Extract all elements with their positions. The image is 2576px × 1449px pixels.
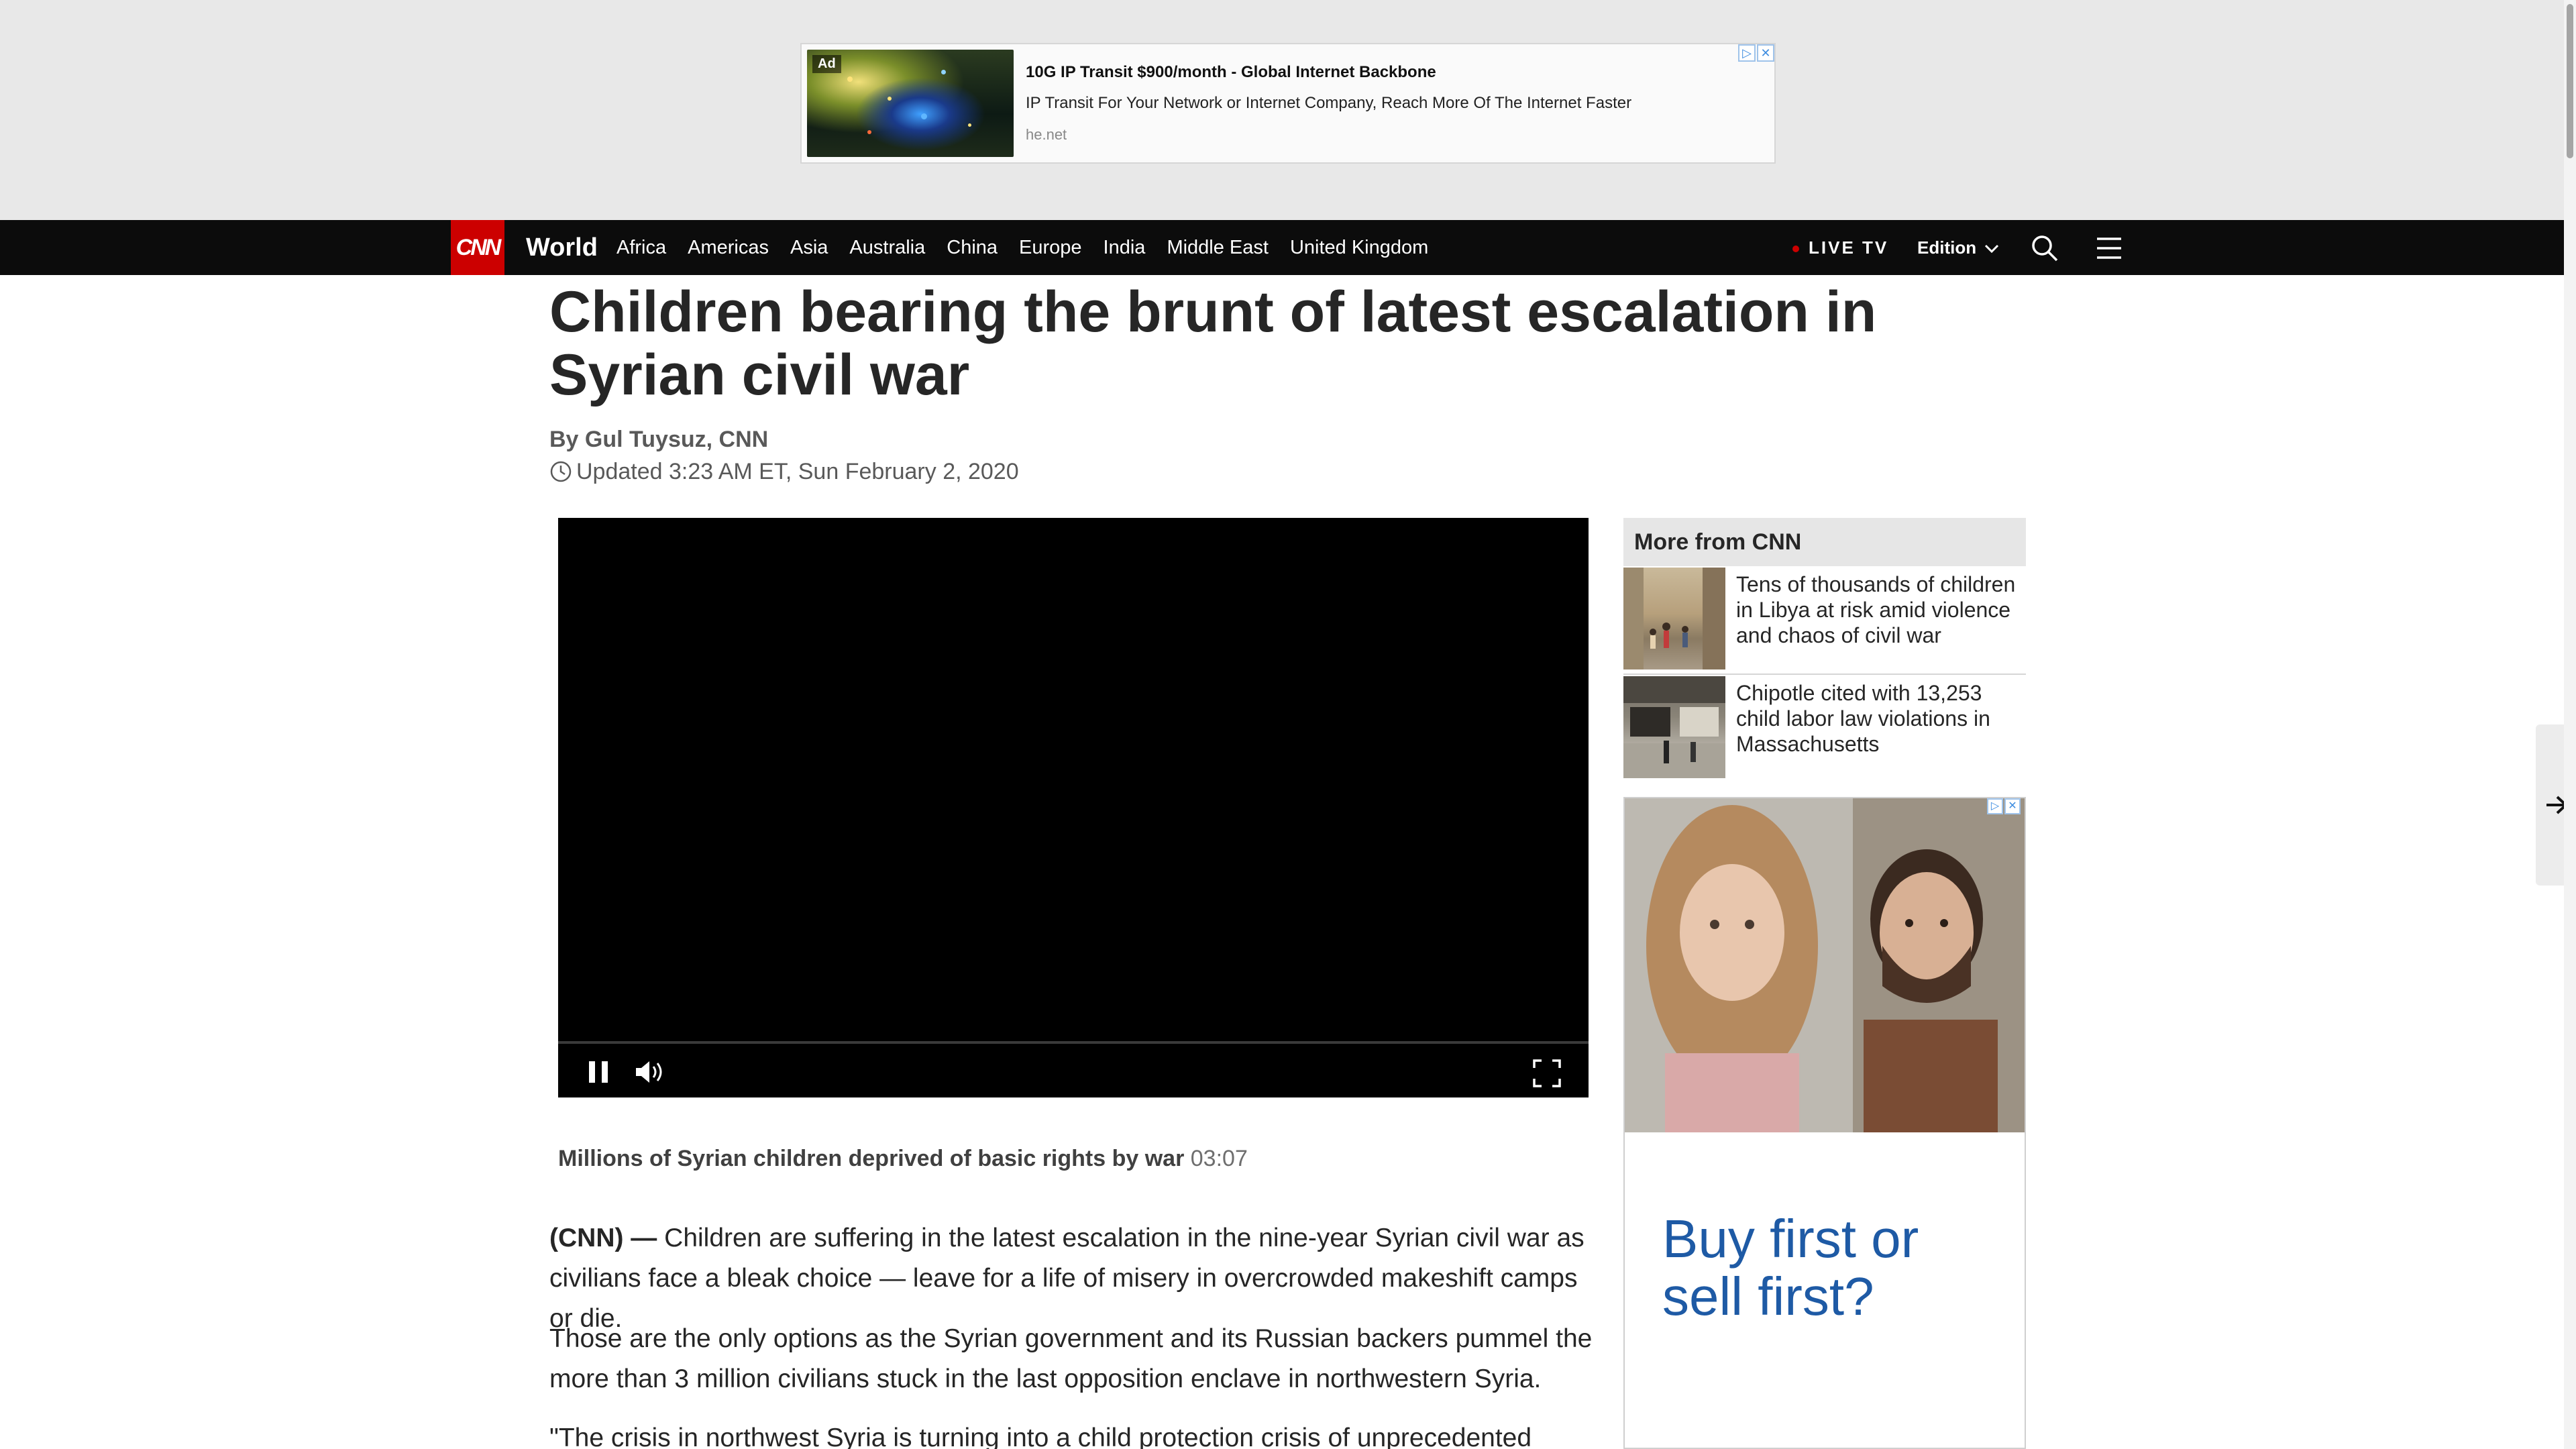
paragraph-text: Children are suffering in the latest esc…	[549, 1224, 1585, 1333]
nav-link-australia[interactable]: Australia	[849, 220, 925, 275]
story-thumbnail[interactable]	[1623, 568, 1725, 669]
nav-link-europe[interactable]: Europe	[1019, 220, 1082, 275]
ad-title[interactable]: 10G IP Transit $900/month - Global Inter…	[1026, 63, 1436, 82]
nav-link-united-kingdom[interactable]: United Kingdom	[1290, 220, 1428, 275]
pause-icon[interactable]	[585, 1059, 612, 1085]
updated-text: Updated 3:23 AM ET, Sun February 2, 2020	[576, 459, 1019, 484]
fullscreen-icon[interactable]	[1532, 1059, 1562, 1088]
edition-label: Edition	[1917, 237, 1977, 258]
rail-divider	[1623, 674, 2026, 675]
video-progress-bar[interactable]	[558, 1041, 1589, 1044]
cnn-logo[interactable]: CNN	[451, 220, 504, 275]
clock-icon	[550, 461, 572, 482]
top-navigation: CNN World Africa Americas Asia Australia…	[0, 220, 2576, 275]
rail-story-1[interactable]: Tens of thousands of children in Libya a…	[1623, 568, 2026, 669]
article-paragraph-3: "The crisis in northwest Syria is turnin…	[549, 1424, 1532, 1449]
ad-description[interactable]: IP Transit For Your Network or Internet …	[1026, 94, 1631, 113]
edition-dropdown[interactable]: Edition	[1917, 220, 1999, 275]
live-tv-label: LIVE TV	[1809, 237, 1889, 258]
nav-link-americas[interactable]: Americas	[688, 220, 769, 275]
ad-image[interactable]: Ad	[807, 50, 1014, 157]
rail-story-2[interactable]: Chipotle cited with 13,253 child labor l…	[1623, 676, 2026, 778]
volume-icon[interactable]	[633, 1059, 668, 1085]
sidebar-ad[interactable]: ▷ ✕ Buy first or sell first?	[1623, 797, 2026, 1449]
article-paragraph-2: Those are the only options as the Syrian…	[549, 1324, 1593, 1393]
video-duration: 03:07	[1190, 1146, 1248, 1171]
video-title: Millions of Syrian children deprived of …	[558, 1146, 1185, 1171]
ad-headline[interactable]: Buy first or sell first?	[1662, 1210, 2011, 1326]
page-scrollbar[interactable]	[2564, 0, 2576, 1449]
dateline: (CNN) —	[549, 1224, 657, 1252]
adchoices-icon[interactable]: ▷	[1987, 798, 2003, 814]
more-from-cnn-heading: More from CNN	[1623, 518, 2026, 566]
nav-link-india[interactable]: India	[1104, 220, 1146, 275]
section-nav-links: Africa Americas Asia Australia China Eur…	[616, 220, 1428, 275]
menu-icon[interactable]	[2094, 233, 2124, 263]
ad-photo[interactable]	[1625, 798, 2025, 1132]
article-timestamp: Updated 3:23 AM ET, Sun February 2, 2020	[549, 459, 1019, 485]
top-ad-band: Ad 10G IP Transit $900/month - Global In…	[0, 0, 2576, 220]
ad-tag: Ad	[812, 55, 841, 73]
chevron-down-icon	[1985, 244, 1999, 254]
top-ad[interactable]: Ad 10G IP Transit $900/month - Global In…	[800, 43, 1776, 164]
story-headline[interactable]: Chipotle cited with 13,253 child labor l…	[1736, 680, 2025, 757]
story-thumbnail[interactable]	[1623, 676, 1725, 778]
adchoices-icon[interactable]: ▷	[1738, 44, 1756, 62]
nav-link-africa[interactable]: Africa	[616, 220, 666, 275]
scrollbar-thumb[interactable]	[2567, 4, 2573, 158]
story-headline[interactable]: Tens of thousands of children in Libya a…	[1736, 572, 2025, 648]
live-tv-link[interactable]: LIVE TV	[1792, 220, 1888, 275]
nav-link-asia[interactable]: Asia	[790, 220, 828, 275]
live-dot-icon	[1792, 246, 1799, 253]
search-icon[interactable]	[2030, 233, 2059, 263]
video-player[interactable]	[558, 518, 1589, 1097]
nav-link-china[interactable]: China	[947, 220, 998, 275]
section-title[interactable]: World	[526, 220, 598, 275]
article-byline[interactable]: By Gul Tuysuz, CNN	[549, 427, 768, 453]
close-ad-icon[interactable]: ✕	[1757, 44, 1774, 62]
close-ad-icon[interactable]: ✕	[2004, 798, 2021, 814]
article-headline: Children bearing the brunt of latest esc…	[549, 280, 1877, 407]
video-caption[interactable]: Millions of Syrian children deprived of …	[558, 1146, 1248, 1172]
nav-link-middle-east[interactable]: Middle East	[1167, 220, 1269, 275]
ad-url[interactable]: he.net	[1026, 126, 1067, 144]
